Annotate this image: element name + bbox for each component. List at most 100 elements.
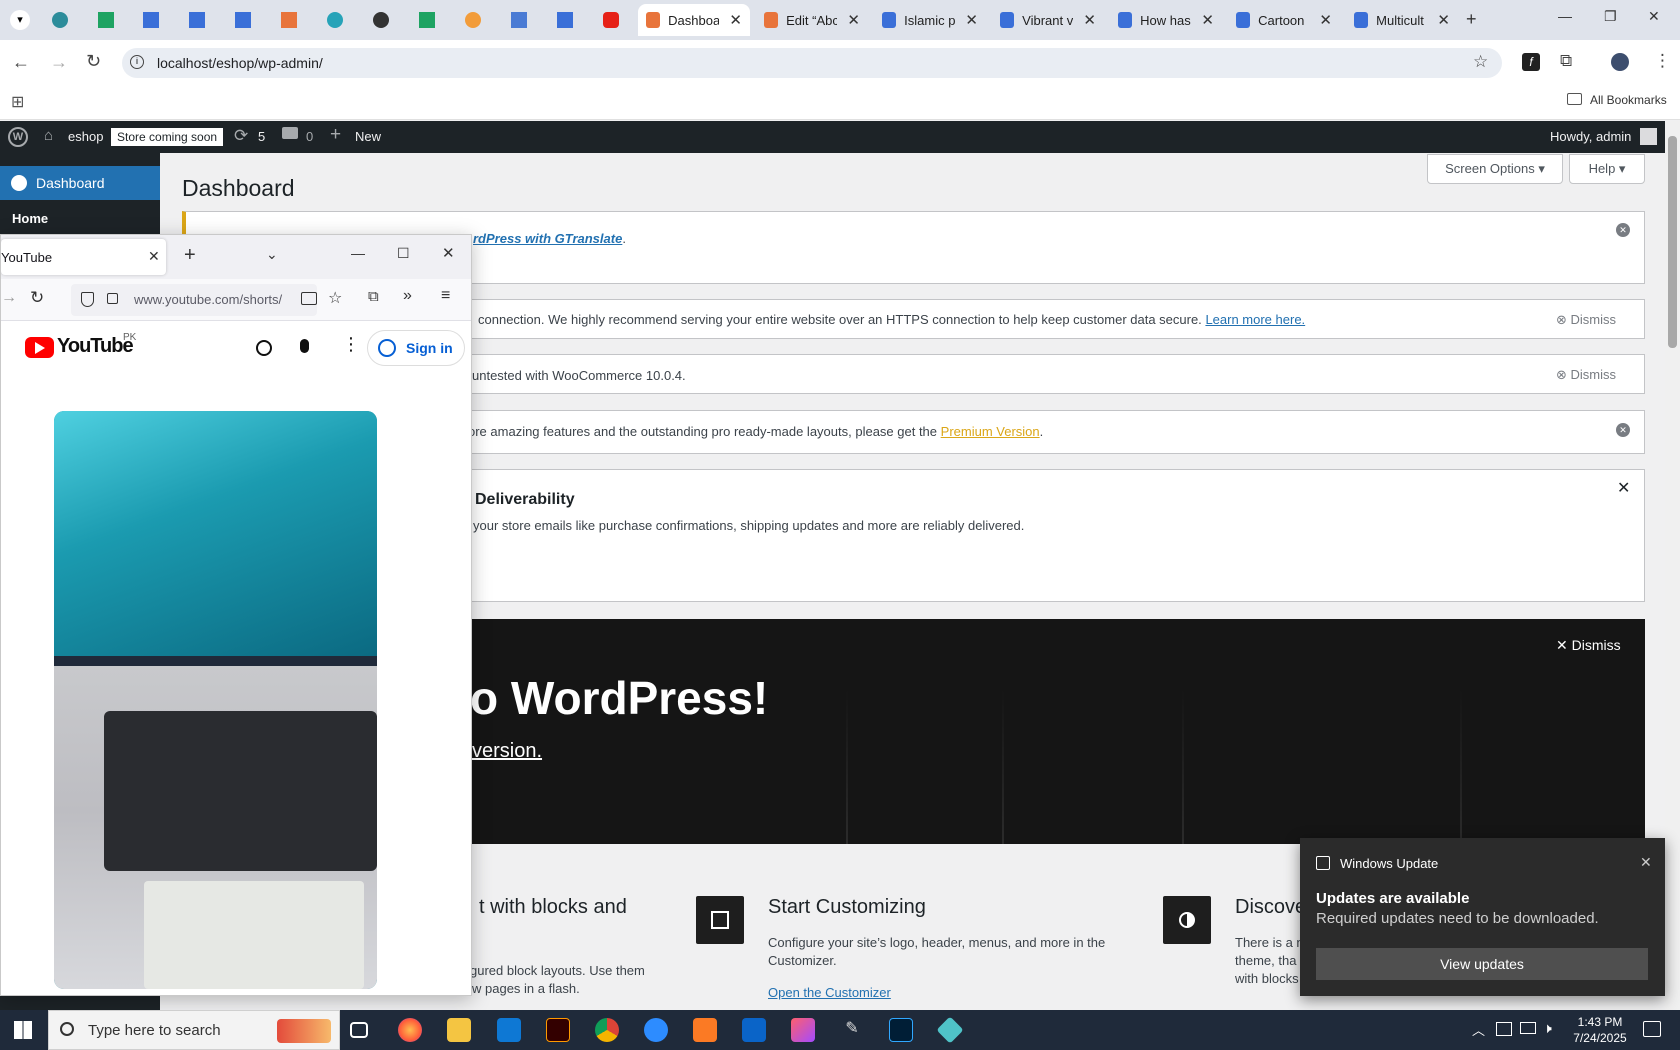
view-updates-button[interactable]: View updates (1316, 948, 1648, 980)
wordpress-logo-icon[interactable]: W (8, 127, 28, 147)
youtube-shorts-video[interactable] (54, 411, 377, 989)
pinned-tab-icon[interactable] (327, 12, 343, 28)
xampp-icon[interactable] (693, 1018, 717, 1042)
forward-icon[interactable]: → (1, 289, 17, 307)
bookmark-star-icon[interactable]: ☆ (1473, 52, 1488, 72)
close-tab-icon[interactable]: ✕ (965, 11, 978, 29)
tray-volume-icon[interactable]: 🕨 (1543, 1020, 1552, 1037)
help-button[interactable]: Help ▾ (1569, 154, 1645, 184)
pinned-tab-icon[interactable] (511, 12, 527, 28)
extensions-icon[interactable]: ⧉ (1560, 51, 1572, 71)
pinned-tab-icon[interactable] (235, 12, 251, 28)
menu-icon[interactable]: ⋮ (1654, 51, 1671, 71)
pinned-tab-icon[interactable] (373, 12, 389, 28)
firefox-url-text[interactable]: www.youtube.com/shorts/ (134, 292, 294, 307)
zoom-icon[interactable] (644, 1018, 668, 1042)
yt-sign-in-button[interactable]: Sign in (367, 330, 465, 366)
close-tab-icon[interactable]: ✕ (1319, 11, 1332, 29)
overflow-chevron-icon[interactable]: » (403, 287, 412, 305)
profile-avatar[interactable] (1611, 53, 1629, 71)
site-info-icon[interactable]: i (130, 55, 144, 69)
pinned-tab-icon[interactable] (189, 12, 205, 28)
welcome-dismiss-button[interactable]: ✕ Dismiss (1556, 637, 1621, 654)
howdy-admin[interactable]: Howdy, admin (1550, 129, 1631, 144)
outlook-icon[interactable] (742, 1018, 766, 1042)
sidebar-item-dashboard[interactable]: Dashboard (0, 166, 160, 200)
pinned-tab-icon[interactable] (98, 12, 114, 28)
notifications-icon[interactable] (1643, 1021, 1661, 1037)
tracking-shield-icon[interactable] (81, 292, 94, 307)
pinned-tab-icon[interactable] (143, 12, 159, 28)
close-notice-icon[interactable]: ✕ (1616, 223, 1630, 237)
minimize-icon[interactable]: — (351, 245, 365, 261)
toast-close-icon[interactable]: ✕ (1640, 854, 1652, 871)
maximize-icon[interactable]: ❐ (1604, 8, 1617, 25)
pinned-tab-icon[interactable] (603, 12, 619, 28)
close-window-icon[interactable]: ✕ (442, 244, 455, 262)
browser-tab[interactable]: Vibrant v ✕ (992, 4, 1104, 36)
extension-f-icon[interactable]: f (1522, 53, 1540, 71)
close-tab-icon[interactable]: ✕ (1437, 11, 1450, 29)
tab-search-icon[interactable]: ▾ (10, 10, 30, 30)
forward-icon[interactable]: → (50, 52, 68, 73)
task-view-icon[interactable] (350, 1022, 368, 1038)
tab-list-chevron-icon[interactable]: ⌄ (266, 246, 278, 263)
tray-chevron-icon[interactable]: ︿ (1472, 1020, 1485, 1039)
browser-tab[interactable]: Dashboa ✕ (638, 4, 750, 36)
pinned-tab-icon[interactable] (281, 12, 297, 28)
bookmark-star-icon[interactable]: ☆ (328, 288, 342, 308)
site-name-link[interactable]: eshop (68, 129, 103, 144)
pinned-tab-icon[interactable] (419, 12, 435, 28)
browser-tab[interactable]: Cartoon ✕ (1228, 4, 1340, 36)
new-content-link[interactable]: New (355, 129, 381, 144)
microphone-icon[interactable] (300, 339, 309, 353)
admin-avatar[interactable] (1640, 128, 1657, 145)
browser-tab[interactable]: Islamic p ✕ (874, 4, 986, 36)
screen-options-button[interactable]: Screen Options ▾ (1427, 154, 1563, 184)
open-customizer-link[interactable]: Open the Customizer (768, 985, 891, 1000)
extensions-puzzle-icon[interactable]: ⧉ (368, 288, 379, 305)
comments-count[interactable]: 0 (306, 129, 313, 144)
updates-icon[interactable]: ⟳ (234, 126, 248, 146)
sidebar-item-home[interactable]: Home (12, 211, 48, 226)
photoshop-icon[interactable] (889, 1018, 913, 1042)
close-tab-icon[interactable]: ✕ (729, 11, 742, 29)
back-icon[interactable]: ← (12, 52, 30, 73)
close-tab-icon[interactable]: ✕ (1201, 11, 1214, 29)
minimize-icon[interactable]: — (1558, 8, 1572, 24)
browser-tab[interactable]: How has ✕ (1110, 4, 1222, 36)
address-bar[interactable] (122, 48, 1502, 78)
apps-grid-icon[interactable]: ⊞ (11, 92, 24, 112)
close-window-icon[interactable]: ✕ (1648, 8, 1660, 25)
youtube-logo-text[interactable]: YouTube (57, 335, 134, 358)
pen-tool-icon[interactable]: ✎ (840, 1018, 864, 1042)
browser-tab[interactable]: Edit “Abc ✕ (756, 4, 868, 36)
reload-icon[interactable]: ↻ (30, 288, 44, 308)
notice-gtranslate-link[interactable]: rdPress with GTranslate. (473, 231, 626, 246)
new-tab-icon[interactable]: + (1466, 9, 1477, 30)
picture-in-picture-icon[interactable] (301, 292, 317, 305)
chrome-icon[interactable] (595, 1018, 619, 1042)
maximize-icon[interactable]: ☐ (397, 245, 410, 262)
reload-icon[interactable]: ↻ (86, 51, 101, 72)
illustrator-icon[interactable] (546, 1018, 570, 1042)
file-explorer-icon[interactable] (447, 1018, 471, 1042)
vscode-icon[interactable] (497, 1018, 521, 1042)
new-plus-icon[interactable]: + (330, 124, 341, 146)
premium-version-link[interactable]: Premium Version (941, 424, 1040, 439)
firefox-taskbar-icon[interactable] (398, 1018, 422, 1042)
hamburger-menu-icon[interactable]: ≡ (441, 287, 450, 305)
pinned-tab-icon[interactable] (465, 12, 481, 28)
close-icon[interactable]: ✕ (1617, 478, 1630, 498)
comments-icon[interactable] (282, 127, 298, 139)
close-tab-icon[interactable]: ✕ (847, 11, 860, 29)
learn-more-link[interactable]: Learn more here. (1205, 312, 1305, 327)
welcome-version-link[interactable]: version. (472, 740, 542, 763)
pinned-tab-icon[interactable] (557, 12, 573, 28)
url-text[interactable]: localhost/eshop/wp-admin/ (157, 55, 323, 71)
close-tab-icon[interactable]: ✕ (1083, 11, 1096, 29)
search-icon[interactable] (256, 340, 272, 356)
more-options-icon[interactable]: ⋮ (342, 334, 360, 355)
tray-display-icon[interactable] (1520, 1022, 1536, 1034)
taskbar-search-box[interactable]: Type here to search (48, 1010, 340, 1050)
